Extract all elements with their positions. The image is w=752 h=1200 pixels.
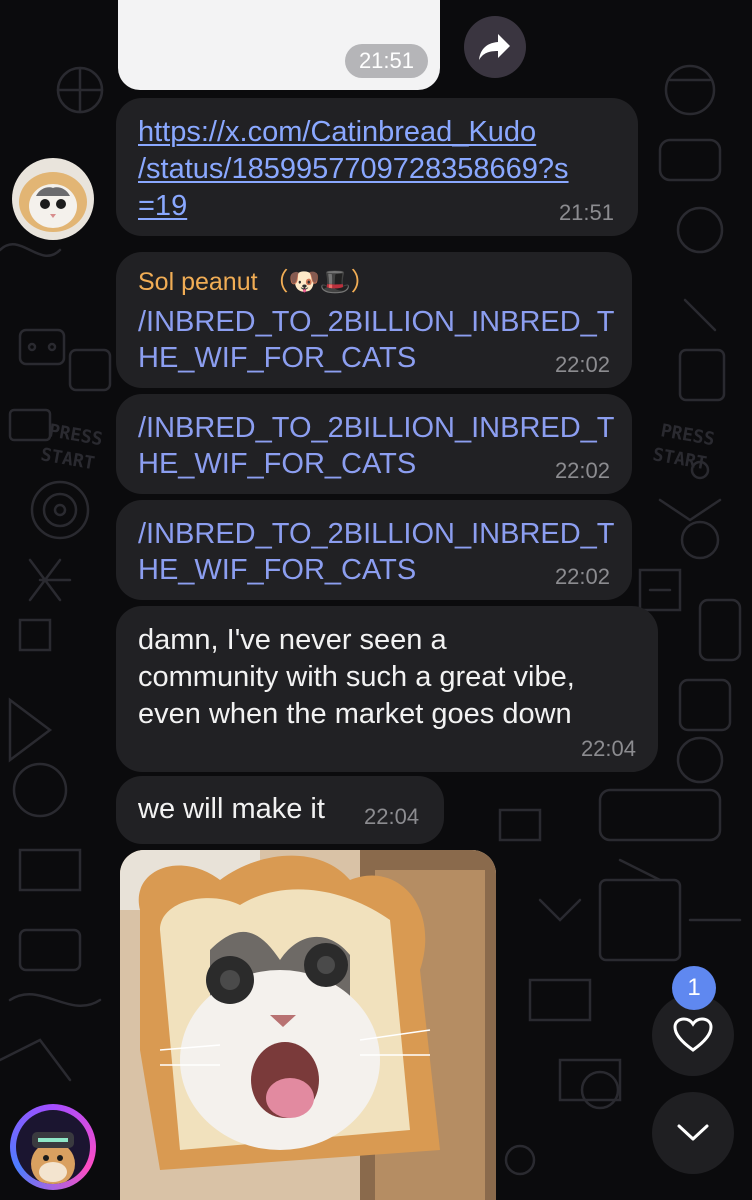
cat-in-bread-photo[interactable] [120, 850, 496, 1200]
message-text: damn, I've never seen a [138, 624, 447, 656]
sender-avatar[interactable] [12, 158, 94, 240]
share-button[interactable] [464, 16, 526, 78]
message-text: even when the market goes down [138, 698, 572, 730]
sender-avatar[interactable] [10, 1104, 96, 1190]
forwarded-preview-card[interactable]: 21:51 [118, 0, 440, 90]
scroll-down-button[interactable] [652, 1092, 734, 1174]
message-time-pill: 21:51 [344, 44, 428, 78]
bot-command-link[interactable]: /INBRED_TO_2BILLION_INBRED_T [138, 304, 615, 340]
svg-text:START: START [39, 444, 96, 474]
command-message-bubble: /INBRED_TO_2BILLION_INBRED_T HE_WIF_FOR_… [116, 500, 632, 600]
message-text: we will make it [138, 793, 325, 825]
bot-command-link[interactable]: HE_WIF_FOR_CATS [138, 446, 416, 482]
command-message-bubble: /INBRED_TO_2BILLION_INBRED_T HE_WIF_FOR_… [116, 394, 632, 494]
link-text[interactable]: /status/1859957709728358669?s [138, 151, 569, 187]
message-time: 21:51 [558, 200, 614, 225]
message-time: 22:04 [364, 804, 420, 829]
link-message-bubble: https://x.com/Catinbread_Kudo /status/18… [116, 98, 638, 236]
message-time: 22:02 [554, 564, 610, 589]
forward-arrow-icon [479, 34, 510, 60]
svg-text:START: START [651, 444, 708, 474]
command-message-bubble: Sol peanut （🐶🎩） /INBRED_TO_2BILLION_INBRE… [116, 252, 632, 388]
message-time: 22:02 [554, 352, 610, 377]
bot-command-link[interactable]: HE_WIF_FOR_CATS [138, 552, 416, 588]
text-message-bubble: we will make it 22:04 [116, 776, 444, 844]
heart-icon [673, 1017, 713, 1052]
reaction-count-badge: 1 [672, 966, 716, 1010]
link-text[interactable]: https://x.com/Catinbread_Kudo [138, 114, 536, 150]
bot-command-link[interactable]: HE_WIF_FOR_CATS [138, 340, 416, 376]
message-time: 22:02 [554, 458, 610, 483]
message-text: community with such a great vibe, [138, 661, 575, 693]
link-text[interactable]: =19 [138, 188, 187, 224]
message-time: 22:04 [580, 736, 636, 761]
bot-command-link[interactable]: /INBRED_TO_2BILLION_INBRED_T [138, 410, 615, 446]
sender-name[interactable]: Sol peanut （🐶🎩） [138, 264, 376, 300]
bot-command-link[interactable]: /INBRED_TO_2BILLION_INBRED_T [138, 516, 615, 552]
chevron-down-icon [677, 1124, 709, 1141]
text-message-bubble: damn, I've never seen a community with s… [116, 606, 658, 772]
